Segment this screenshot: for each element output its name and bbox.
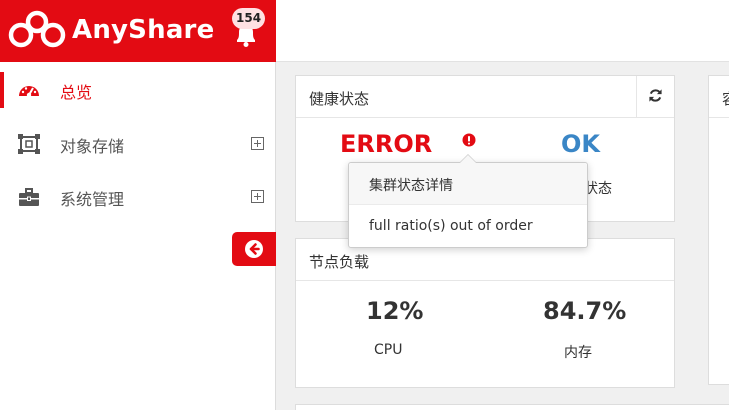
arrow-left-circle-icon — [245, 240, 263, 258]
panel-header: 健康状态 — [296, 76, 674, 118]
node-load-panel: 节点负载 12% CPU 84.7% 内存 — [295, 238, 675, 388]
panel-title: 容 — [722, 88, 729, 109]
cpu-label: CPU — [374, 342, 403, 358]
popover-arrow — [459, 154, 477, 163]
expand-plus-icon[interactable] — [251, 137, 264, 150]
cluster-status-popover: 集群状态详情 full ratio(s) out of order — [348, 154, 588, 248]
popover-body: full ratio(s) out of order — [369, 218, 533, 234]
error-exclamation-icon[interactable] — [462, 133, 476, 147]
refresh-button[interactable] — [636, 76, 674, 117]
sidebar-item-label: 系统管理 — [60, 190, 125, 209]
notification-badge[interactable]: 154 — [232, 8, 266, 29]
brand-bar: AnyShare 154 — [0, 0, 276, 62]
status-label: 状态 — [584, 181, 612, 197]
sidebar-item-label: 对象存储 — [60, 137, 125, 156]
refresh-icon — [649, 89, 662, 102]
cpu-value: 12% — [366, 297, 424, 325]
sidebar-item-object-storage[interactable]: 对象存储 — [0, 118, 276, 170]
popover-title: 集群状态详情 — [349, 163, 587, 205]
memory-label: 内存 — [564, 345, 592, 361]
status-ok: OK — [561, 130, 600, 158]
brand-name: AnyShare — [72, 15, 215, 45]
bottom-panel — [295, 404, 729, 410]
expand-plus-icon[interactable] — [251, 190, 264, 203]
anyshare-logo-icon — [8, 10, 66, 48]
memory-value: 84.7% — [543, 297, 627, 325]
panel-header: 容 — [709, 76, 729, 118]
briefcase-icon — [19, 188, 39, 206]
top-bar — [276, 0, 729, 62]
sidebar-item-system-management[interactable]: 系统管理 — [0, 171, 276, 223]
collapse-sidebar-button[interactable] — [232, 232, 276, 266]
sidebar-item-overview[interactable]: 总览 — [0, 64, 276, 116]
capacity-panel: 容 — [708, 75, 729, 385]
status-error: ERROR — [340, 130, 433, 158]
panel-title: 健康状态 — [309, 90, 370, 108]
panel-title: 节点负载 — [309, 253, 370, 271]
sidebar-item-label: 总览 — [60, 83, 93, 102]
object-storage-icon — [18, 134, 40, 154]
dashboard-icon — [19, 86, 39, 98]
